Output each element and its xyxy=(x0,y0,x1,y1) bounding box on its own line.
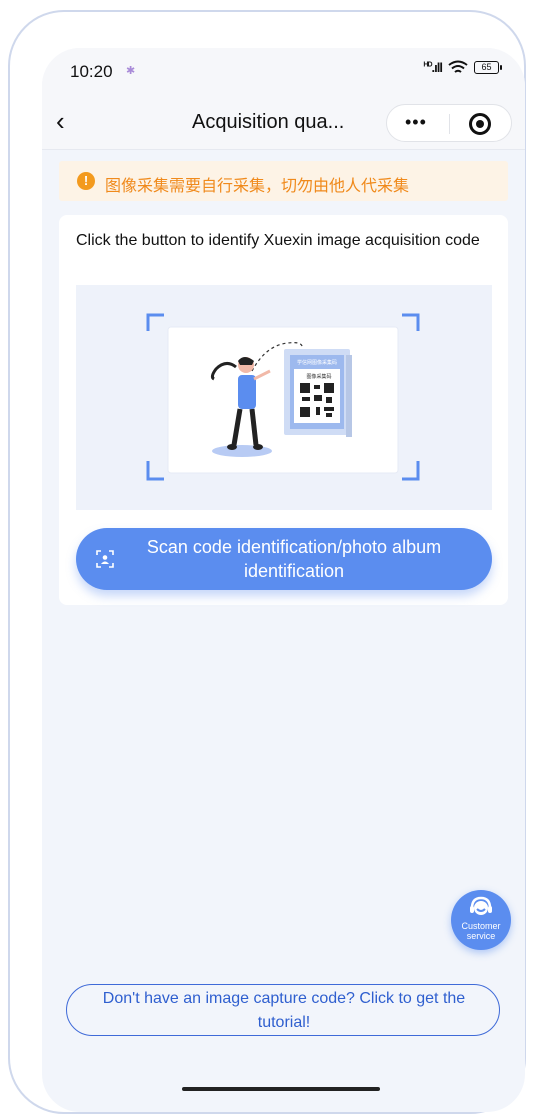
mini-program-capsule: ••• xyxy=(386,104,512,142)
wifi-icon xyxy=(448,60,468,73)
page-title: Acquisition qua... xyxy=(192,111,345,133)
phone-frame: 10:20 ✱ HD.ıll 65 ‹ Acquisition qua... •… xyxy=(8,10,526,1114)
capsule-divider xyxy=(449,114,450,134)
scan-code-button[interactable]: Scan code identification/photo album ide… xyxy=(76,528,492,590)
battery-icon: 65 xyxy=(474,61,502,74)
tutorial-link-text: Don't have an image capture code? Click … xyxy=(102,990,466,1031)
back-icon[interactable]: ‹ xyxy=(56,108,65,134)
status-bar: 10:20 ✱ HD.ıll 65 xyxy=(42,48,525,96)
nav-bar: ‹ Acquisition qua... ••• xyxy=(42,96,525,150)
notice-banner: ! 图像采集需要自行采集，切勿由他人代采集 xyxy=(59,161,508,201)
scan-button-label: Scan code identification/photo album ide… xyxy=(146,537,442,581)
tutorial-link[interactable]: Don't have an image capture code? Click … xyxy=(66,984,500,1036)
signal-icon: HD.ıll xyxy=(423,60,443,75)
screen: 10:20 ✱ HD.ıll 65 ‹ Acquisition qua... •… xyxy=(42,48,525,1112)
home-indicator xyxy=(182,1087,380,1091)
card-title: Click the button to identify Xuexin imag… xyxy=(76,232,480,249)
exclamation-icon: ! xyxy=(77,172,95,190)
sign-heading: 学信网图像采集码 xyxy=(297,359,337,366)
notice-text: 图像采集需要自行采集，切勿由他人代采集 xyxy=(105,178,410,195)
notification-dot-icon: ✱ xyxy=(126,65,136,77)
more-dots-icon[interactable]: ••• xyxy=(405,112,427,133)
status-icons: HD.ıll 65 xyxy=(423,60,502,75)
scan-card: Click the button to identify Xuexin imag… xyxy=(59,215,508,605)
customer-service-label: Customer service xyxy=(461,921,501,941)
sign-subheading: 图像采集码 xyxy=(306,373,331,380)
headset-icon xyxy=(470,896,492,915)
status-time: 10:20 xyxy=(70,62,113,81)
scan-face-icon xyxy=(96,550,114,568)
scan-illustration: 学信网图像采集码 图像采集码 xyxy=(76,285,492,510)
customer-service-button[interactable]: Customer service xyxy=(451,890,511,950)
target-circle-icon[interactable] xyxy=(469,113,491,135)
